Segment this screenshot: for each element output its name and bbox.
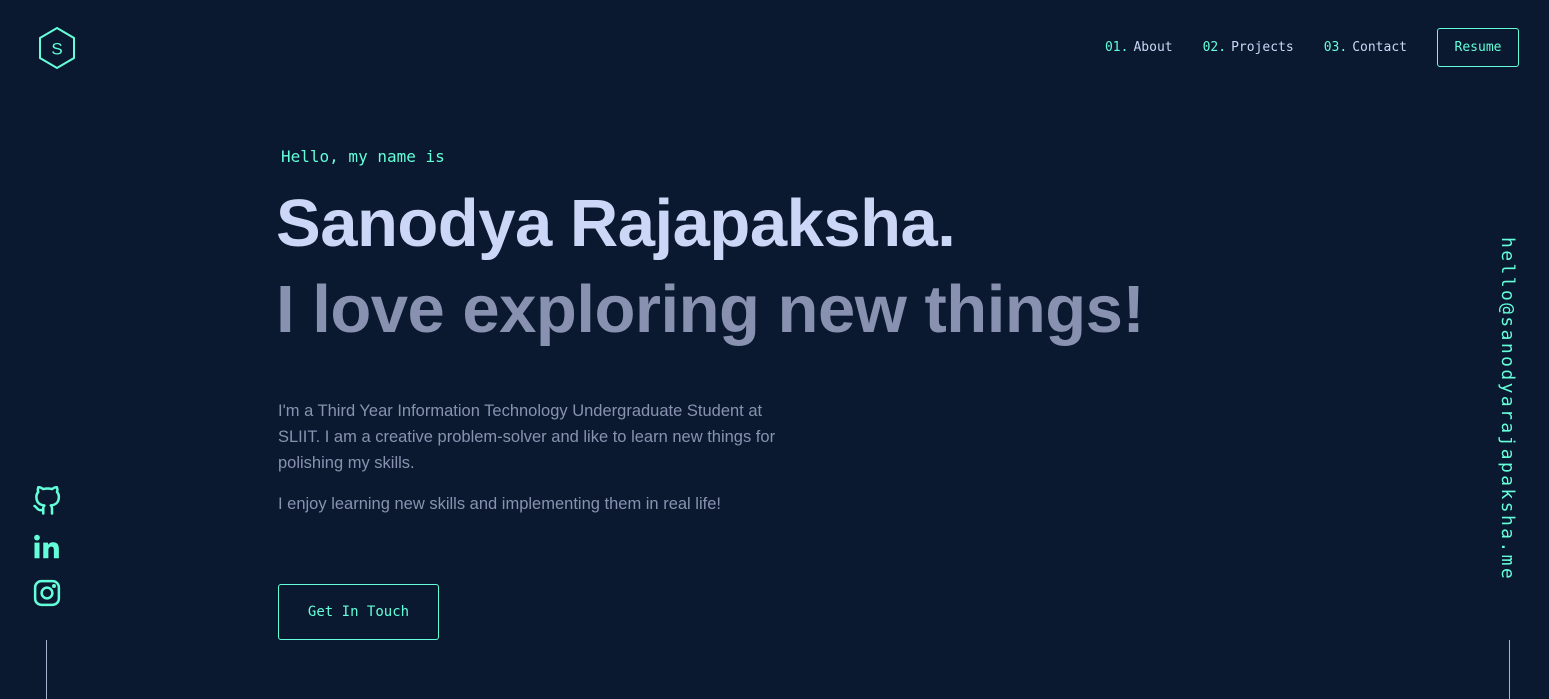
page: S 01. About 02. Projects 03. Contact Res… [0, 0, 1549, 699]
resume-button[interactable]: Resume [1437, 28, 1519, 67]
logo-letter: S [51, 40, 62, 59]
get-in-touch-button[interactable]: Get In Touch [278, 584, 439, 640]
github-link[interactable] [32, 486, 62, 516]
instagram-link[interactable] [32, 578, 62, 608]
linkedin-link[interactable] [32, 532, 62, 562]
instagram-icon [33, 579, 61, 607]
linkedin-icon [34, 534, 59, 559]
main-nav: 01. About 02. Projects 03. Contact Resum… [1105, 28, 1519, 67]
nav-item-about[interactable]: 01. About [1105, 40, 1173, 55]
hero-greeting: Hello, my name is [281, 147, 445, 166]
hexagon-logo-icon: S [39, 26, 75, 70]
github-icon [33, 486, 61, 515]
nav-item-contact[interactable]: 03. Contact [1324, 40, 1407, 55]
nav-item-projects[interactable]: 02. Projects [1203, 40, 1294, 55]
hero-bio-secondary: I enjoy learning new skills and implemen… [278, 495, 721, 513]
nav-item-label: Contact [1352, 40, 1407, 55]
email-link[interactable]: hello@sanodyarajapaksha.me [1497, 237, 1518, 581]
hero-bio: I'm a Third Year Information Technology … [278, 402, 776, 472]
nav-item-label: About [1133, 40, 1173, 55]
hero-tagline: I love exploring new things! [276, 272, 1145, 347]
social-links [32, 486, 62, 624]
nav-item-number: 01. [1104, 40, 1129, 55]
hero-name: Sanodya Rajapaksha. [276, 186, 956, 261]
left-sidebar-line [46, 640, 47, 699]
right-sidebar-line [1509, 640, 1510, 699]
nav-item-number: 03. [1323, 40, 1348, 55]
nav-item-label: Projects [1231, 40, 1294, 55]
nav-item-number: 02. [1202, 40, 1227, 55]
logo-link[interactable]: S [37, 26, 77, 70]
